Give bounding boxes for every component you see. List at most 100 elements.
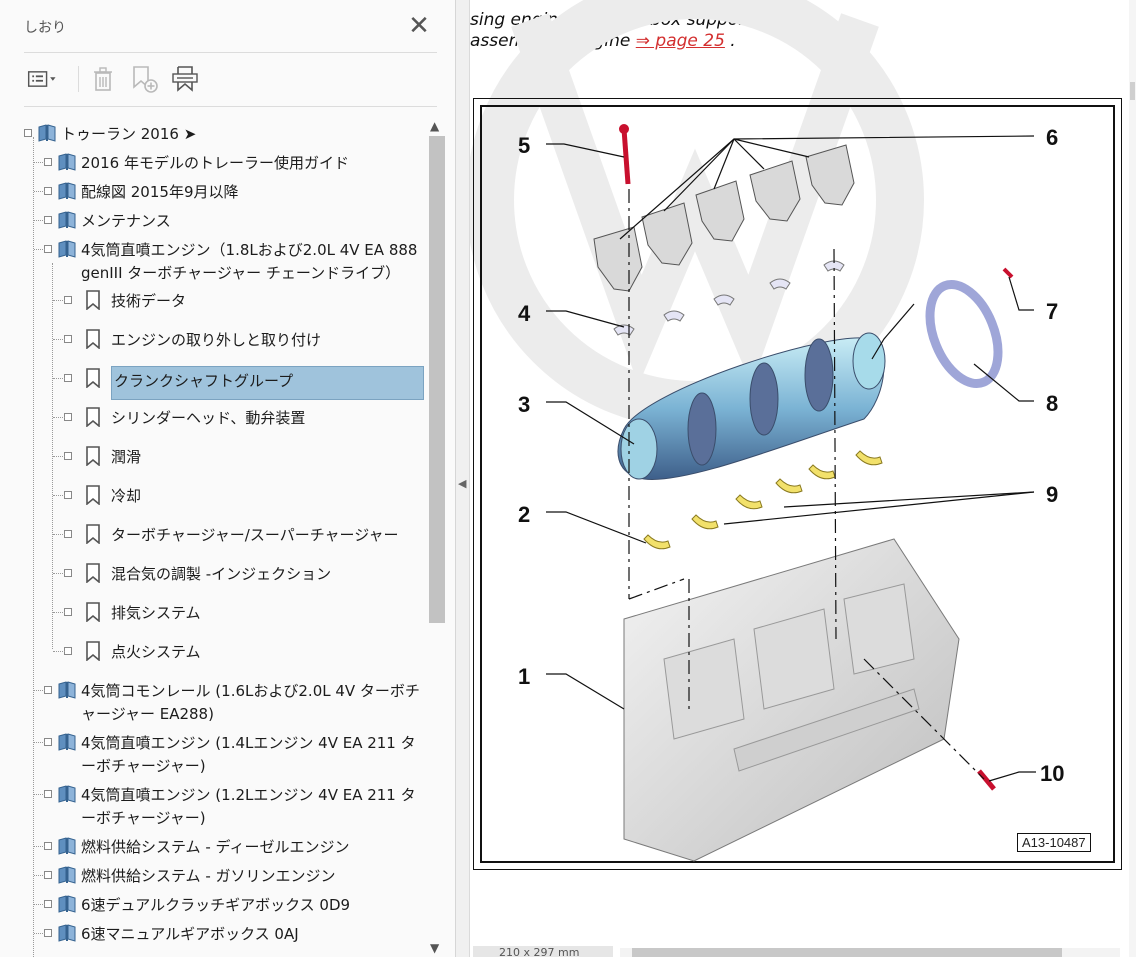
expand-toggle[interactable]: [44, 738, 52, 746]
expand-toggle[interactable]: [44, 686, 52, 694]
tree-child-item[interactable]: エンジンの取り外しと取り付け: [64, 324, 424, 352]
tree-item[interactable]: 燃料供給システム - ディーゼルエンジン: [44, 831, 424, 859]
tree-child-item[interactable]: 点火システム: [64, 636, 424, 664]
tree-item[interactable]: 燃料供給システム - ガソリンエンジン: [44, 860, 424, 888]
figure-frame: 5 6 4 7 8 3 9 2 1 10 A13-10487: [473, 98, 1122, 870]
close-icon[interactable]: ✕: [404, 12, 434, 42]
find-bookmark-icon[interactable]: [168, 62, 202, 96]
callout-label: 6: [1046, 125, 1059, 150]
vertical-scrollbar[interactable]: [1129, 0, 1136, 957]
bookmark-icon: [86, 485, 100, 505]
scroll-down-arrow-icon[interactable]: ▼: [430, 941, 439, 955]
tree-item[interactable]: 6速マニュアルギアボックス 0AJ: [44, 918, 424, 946]
expand-toggle[interactable]: [44, 790, 52, 798]
expand-toggle[interactable]: [44, 158, 52, 166]
bookmark-icon: [86, 602, 100, 622]
expand-toggle[interactable]: [64, 335, 72, 343]
tree-connector: [34, 162, 45, 163]
bolt-7: [1002, 267, 1014, 279]
panel-scrollbar[interactable]: ▲ ▼: [427, 115, 447, 957]
tree-connector: [34, 191, 45, 192]
tree-connector: [53, 573, 65, 574]
tree-root-item[interactable]: トゥーラン 2016 ➤: [24, 118, 196, 147]
horizontal-scrollbar[interactable]: [620, 948, 1120, 957]
tree-item-label: 6速マニュアルギアボックス 0AJ: [81, 925, 299, 943]
tree-connector: [34, 220, 45, 221]
tree-child-item[interactable]: シリンダーヘッド、動弁装置: [64, 402, 424, 430]
expand-toggle[interactable]: [44, 187, 52, 195]
tree-item[interactable]: 4気筒直噴エンジン（1.8Lおよび2.0L 4V EA 888 genIII タ…: [44, 234, 424, 285]
book-icon: [58, 681, 76, 699]
book-icon: [58, 785, 76, 803]
expand-toggle[interactable]: [64, 296, 72, 304]
tree-child-item[interactable]: 排気システム: [64, 597, 424, 625]
tree-connector: [53, 456, 65, 457]
expand-toggle[interactable]: [44, 842, 52, 850]
tree-child-item[interactable]: 混合気の調製 -インジェクション: [64, 558, 424, 586]
expand-toggle[interactable]: [64, 608, 72, 616]
expand-toggle[interactable]: [64, 374, 72, 382]
expand-toggle[interactable]: [64, 413, 72, 421]
book-icon: [58, 866, 76, 884]
tree-connector: [34, 690, 45, 691]
expand-toggle[interactable]: [64, 647, 72, 655]
callout-label: 5: [518, 133, 531, 158]
tree-item-label: 4気筒直噴エンジン (1.4Lエンジン 4V EA 211 ターボチャージャー): [81, 734, 416, 775]
tree-child-item[interactable]: ターボチャージャー/スーパーチャージャー: [64, 519, 424, 547]
tree-connector: [34, 875, 45, 876]
expand-toggle[interactable]: [44, 245, 52, 253]
tree-item[interactable]: 4気筒直噴エンジン (1.4Lエンジン 4V EA 211 ターボチャージャー): [44, 727, 424, 778]
page-size-indicator: 210 x 297 mm: [473, 946, 613, 957]
tree-item[interactable]: 配線図 2015年9月以降: [44, 176, 424, 204]
tree-item[interactable]: メンテナンス: [44, 205, 424, 233]
book-icon: [38, 124, 56, 142]
scroll-thumb[interactable]: [632, 948, 1062, 957]
tree-item[interactable]: 4気筒直噴エンジン (1.2Lエンジン 4V EA 211 ターボチャージャー): [44, 779, 424, 830]
collapse-panel-icon[interactable]: ◀: [458, 477, 466, 490]
options-menu-icon[interactable]: [26, 62, 60, 96]
tree-connector: [53, 612, 65, 613]
tree-item-label: 混合気の調製 -インジェクション: [111, 565, 332, 583]
expand-toggle[interactable]: [44, 871, 52, 879]
book-icon: [58, 240, 76, 258]
new-bookmark-icon[interactable]: [127, 62, 161, 96]
crankshaft: [617, 332, 886, 480]
delete-icon[interactable]: [86, 62, 120, 96]
divider: [24, 106, 437, 107]
tree-child-item[interactable]: 潤滑: [64, 441, 424, 469]
expand-toggle[interactable]: [64, 569, 72, 577]
callout-label: 10: [1040, 761, 1065, 786]
tree-connector: [53, 339, 65, 340]
tree-child-item[interactable]: 冷却: [64, 480, 424, 508]
book-icon: [58, 211, 76, 229]
tree-connector: [53, 300, 65, 301]
scroll-up-arrow-icon[interactable]: ▲: [430, 119, 439, 133]
tree-item-label: ターボチャージャー/スーパーチャージャー: [111, 526, 399, 544]
tree-item-label: 排気システム: [111, 604, 201, 622]
book-icon: [58, 153, 76, 171]
scroll-thumb[interactable]: [1130, 82, 1135, 100]
expand-toggle[interactable]: [64, 452, 72, 460]
tree-child-item[interactable]: クランクシャフトグループ: [64, 363, 424, 400]
collapse-toggle[interactable]: [24, 129, 32, 137]
expand-toggle[interactable]: [64, 530, 72, 538]
scroll-thumb[interactable]: [429, 136, 445, 623]
callout-label: 2: [518, 502, 531, 527]
tree-item-label: トゥーラン 2016 ➤: [61, 125, 197, 143]
divider: [24, 52, 437, 53]
tree-item-label: 燃料供給システム - ディーゼルエンジン: [81, 838, 350, 856]
tree-item-label: シリンダーヘッド、動弁装置: [111, 409, 306, 427]
expand-toggle[interactable]: [44, 900, 52, 908]
cylinder-block: [623, 538, 960, 862]
expand-toggle[interactable]: [44, 929, 52, 937]
tree-item[interactable]: 2016 年モデルのトレーラー使用ガイド: [44, 147, 424, 175]
tree-item[interactable]: 6速デュアルクラッチギアボックス 0D9: [44, 889, 424, 917]
tree-item[interactable]: 4気筒コモンレール (1.6Lおよび2.0L 4V ターボチャージャー EA28…: [44, 675, 424, 726]
book-icon: [58, 733, 76, 751]
tree-child-item[interactable]: 技術データ: [64, 285, 424, 313]
tree-item-label: 冷却: [111, 487, 142, 505]
sender-wheel: [925, 279, 1003, 389]
expand-toggle[interactable]: [64, 491, 72, 499]
expand-toggle[interactable]: [44, 216, 52, 224]
toolbar-divider: [78, 66, 79, 92]
